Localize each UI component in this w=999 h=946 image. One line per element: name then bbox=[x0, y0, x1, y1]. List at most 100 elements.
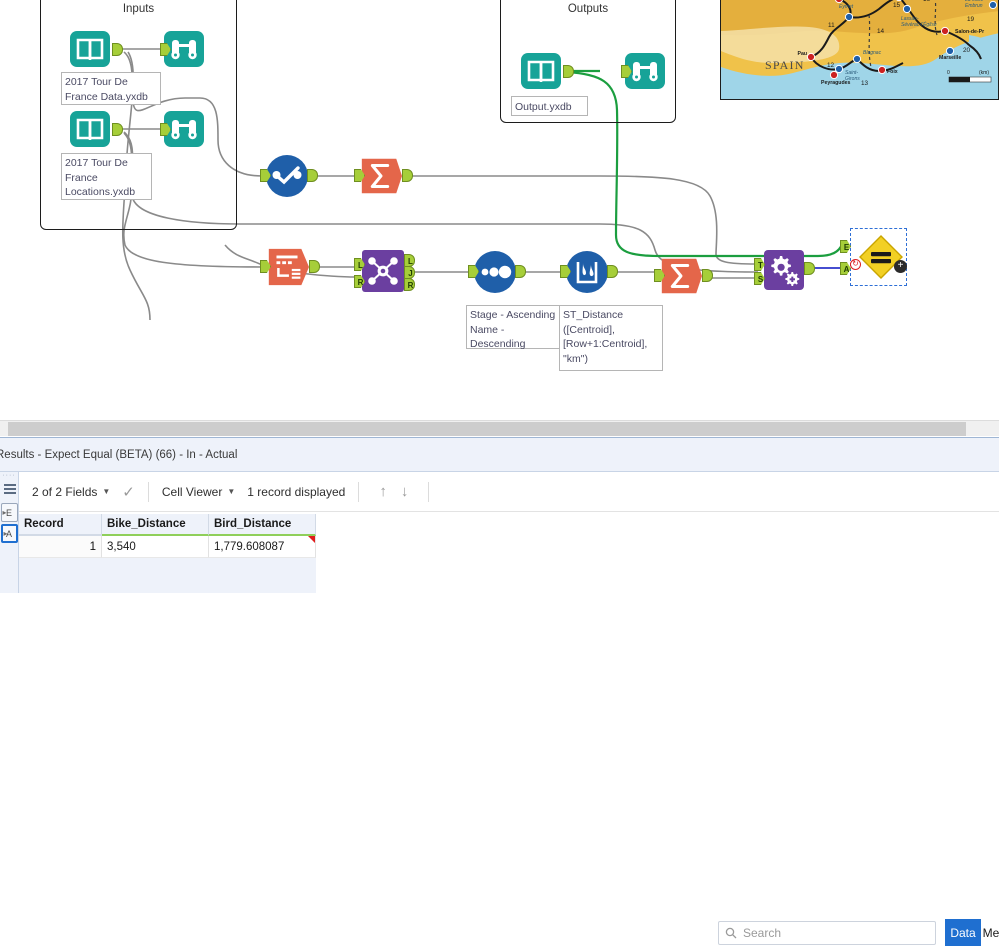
transform-tool[interactable] bbox=[260, 245, 320, 289]
summarize-tool-top[interactable] bbox=[354, 154, 413, 198]
expect-equal-tool[interactable]: E A ↻ + bbox=[840, 234, 907, 280]
toolbar-divider bbox=[147, 481, 149, 502]
toolbar-divider bbox=[428, 481, 430, 502]
chevron-down-icon[interactable]: ▼ bbox=[102, 487, 110, 496]
grid-empty-below bbox=[19, 558, 316, 593]
svg-text:0: 0 bbox=[947, 70, 950, 76]
summarize-tool-bottom[interactable] bbox=[654, 254, 713, 298]
formula-annotation[interactable]: ST_Distance ([Centroid], [Row+1:Centroid… bbox=[559, 305, 663, 371]
join-tool[interactable]: L R L J R bbox=[354, 250, 415, 292]
svg-text:Sévérac-l'Église: Sévérac-l'Église bbox=[901, 21, 937, 28]
results-grid[interactable]: Record Bike_Distance Bird_Distance 1 3,5… bbox=[19, 514, 999, 593]
cell-viewer-selector[interactable]: Cell Viewer ▼ bbox=[162, 485, 235, 499]
port-e-arrow-icon: ▸ bbox=[2, 508, 7, 517]
scroll-down-button[interactable]: ↓ bbox=[394, 483, 416, 500]
scrollbar-thumb[interactable] bbox=[8, 422, 966, 436]
cell-bike-distance[interactable]: 3,540 bbox=[102, 536, 209, 558]
canvas-horizontal-scrollbar[interactable] bbox=[0, 420, 999, 436]
apply-check-icon[interactable]: ✓ bbox=[122, 483, 135, 501]
cell-record[interactable]: 1 bbox=[19, 536, 102, 558]
inputs-container-title: Inputs bbox=[122, 3, 155, 15]
svg-text:Salon-de-Pr: Salon-de-Pr bbox=[955, 29, 984, 35]
table-row[interactable]: 1 3,540 1,779.608087 bbox=[19, 536, 999, 558]
workflow-canvas[interactable]: Inputs Outputs 2017 Tour De France Data.… bbox=[0, 0, 999, 420]
cell-bird-distance[interactable]: 1,779.608087 bbox=[209, 536, 316, 558]
svg-text:14: 14 bbox=[877, 28, 885, 35]
toolbar-divider bbox=[358, 481, 360, 502]
output-tool[interactable] bbox=[519, 49, 574, 93]
beaker-icon bbox=[565, 250, 609, 294]
output-anchor[interactable] bbox=[515, 265, 526, 278]
svg-text:15: 15 bbox=[893, 2, 901, 9]
output-anchor[interactable] bbox=[563, 65, 574, 78]
three-dots-icon bbox=[473, 250, 517, 294]
output-label[interactable]: Output.yxdb bbox=[511, 96, 588, 116]
checkmark-circle-icon bbox=[265, 154, 309, 198]
search-placeholder: Search bbox=[743, 926, 782, 940]
svg-text:Marseille: Marseille bbox=[939, 55, 961, 61]
input-data-label[interactable]: 2017 Tour De France Data.yxdb bbox=[61, 72, 161, 105]
output-anchor[interactable] bbox=[112, 43, 123, 56]
browse-data-tool[interactable] bbox=[160, 27, 206, 71]
sort-annotation[interactable]: Stage - Ascending Name - Descending bbox=[466, 305, 560, 350]
chevron-down-icon[interactable]: ▼ bbox=[227, 487, 235, 496]
select-tool[interactable] bbox=[260, 154, 318, 198]
svg-text:Saint-Girons: Saint-Girons bbox=[845, 70, 860, 82]
tab-data[interactable]: Data bbox=[945, 919, 981, 946]
join-output-right[interactable]: R bbox=[404, 278, 415, 291]
browse-output-tool[interactable] bbox=[621, 49, 667, 93]
cell-bird-distance-value: 1,779.608087 bbox=[214, 540, 285, 553]
results-title-text: Results - Expect Equal (BETA) (66) - In … bbox=[0, 448, 238, 461]
list-icon[interactable] bbox=[0, 479, 19, 501]
input-data-tool[interactable] bbox=[68, 27, 123, 71]
sort-tool[interactable] bbox=[468, 250, 526, 294]
transform-icon bbox=[265, 245, 309, 289]
port-a-arrow-icon: ▸ bbox=[3, 529, 8, 538]
svg-text:Eymet: Eymet bbox=[839, 4, 854, 10]
svg-text:13: 13 bbox=[861, 80, 869, 87]
output-anchor[interactable] bbox=[309, 260, 320, 273]
input-locations-tool[interactable] bbox=[68, 107, 123, 151]
formula-tool[interactable] bbox=[560, 250, 618, 294]
svg-text:SPAIN: SPAIN bbox=[765, 58, 805, 72]
output-anchor[interactable] bbox=[112, 123, 123, 136]
fields-selector[interactable]: 2 of 2 Fields ▼ bbox=[32, 485, 110, 499]
equals-diamond-icon bbox=[858, 234, 904, 280]
gears-tool[interactable]: T S bbox=[754, 250, 815, 290]
join-icon bbox=[362, 250, 404, 292]
browse-locations-tool[interactable] bbox=[160, 107, 206, 151]
search-icon bbox=[725, 927, 737, 939]
gears-icon bbox=[764, 250, 804, 290]
book-icon bbox=[68, 107, 112, 151]
svg-text:20: 20 bbox=[963, 47, 971, 54]
svg-text:Blagnac: Blagnac bbox=[863, 50, 882, 56]
search-input[interactable]: Search bbox=[718, 921, 936, 945]
output-anchor[interactable] bbox=[307, 169, 318, 182]
input-locations-label[interactable]: 2017 Tour De France Locations.yxdb bbox=[61, 153, 152, 200]
add-badge-icon[interactable]: + bbox=[894, 260, 907, 273]
output-anchor[interactable] bbox=[607, 265, 618, 278]
rail-grip[interactable]: ···· bbox=[0, 472, 18, 479]
results-title-bar: Results - Expect Equal (BETA) (66) - In … bbox=[0, 438, 999, 472]
rail-port-a[interactable]: ▸ A bbox=[0, 524, 18, 543]
column-header-record[interactable]: Record bbox=[19, 514, 102, 536]
output-anchor[interactable] bbox=[804, 262, 815, 275]
results-pane: Results - Expect Equal (BETA) (66) - In … bbox=[0, 437, 999, 946]
cell-warning-flag-icon bbox=[308, 536, 315, 543]
svg-text:16: 16 bbox=[923, 0, 931, 3]
svg-text:Foix: Foix bbox=[887, 69, 898, 75]
svg-text:Pau: Pau bbox=[797, 51, 807, 57]
record-count-label: 1 record displayed bbox=[247, 484, 346, 499]
column-header-bike-distance[interactable]: Bike_Distance bbox=[102, 514, 209, 536]
tab-metadata[interactable]: Me bbox=[982, 919, 999, 946]
svg-text:19: 19 bbox=[967, 16, 975, 23]
output-anchor[interactable] bbox=[702, 269, 713, 282]
results-side-rail[interactable]: ···· ▸ E ▸ A bbox=[0, 472, 19, 593]
rail-port-e[interactable]: ▸ E bbox=[0, 503, 18, 522]
book-icon bbox=[68, 27, 112, 71]
column-header-bird-distance[interactable]: Bird_Distance bbox=[209, 514, 316, 536]
svg-text:11: 11 bbox=[828, 22, 835, 29]
output-anchor[interactable] bbox=[402, 169, 413, 182]
tour-route-map[interactable]: Bergerac Rodez Pau Peyragudes Foix Salon… bbox=[720, 0, 999, 100]
scroll-up-button[interactable]: ↑ bbox=[372, 483, 394, 500]
